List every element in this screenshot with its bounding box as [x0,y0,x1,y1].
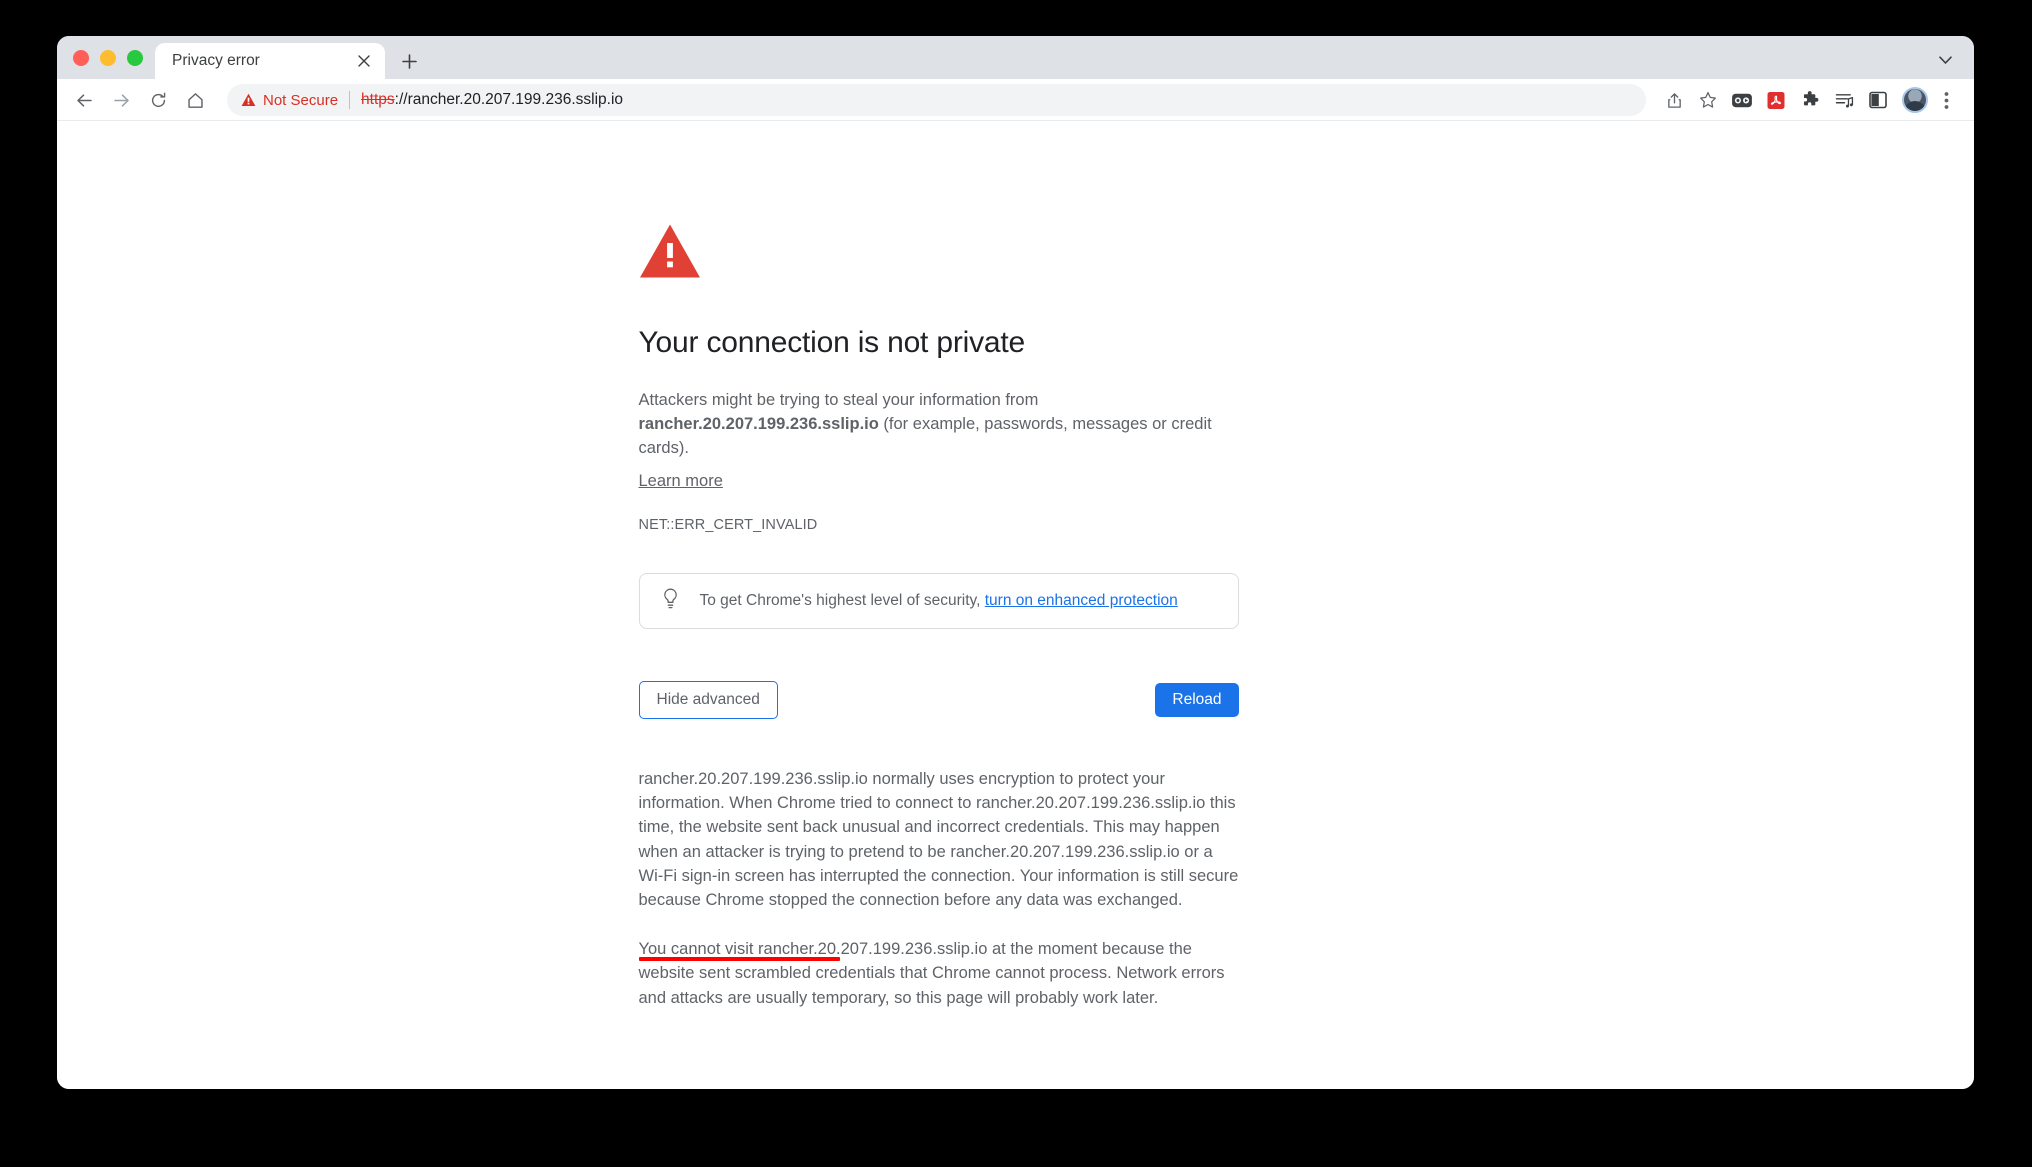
tab-strip: Privacy error [57,36,1974,79]
chevron-down-icon[interactable] [1930,45,1960,75]
page-content: Your connection is not private Attackers… [57,121,1974,1089]
browser-window: Privacy error Not Secure https://rancher… [57,36,1974,1089]
reload-button[interactable]: Reload [1155,683,1239,717]
toolbar-actions [1656,84,1962,116]
profile-avatar[interactable] [1902,87,1928,113]
hide-advanced-button[interactable]: Hide advanced [638,681,778,719]
button-row: Hide advanced Reload [638,681,1239,719]
red-annotation-underline [638,957,840,962]
browser-tab-privacy-error[interactable]: Privacy error [155,43,385,79]
star-bookmark-icon[interactable] [1692,84,1724,116]
error-code: NET::ERR_CERT_INVALID [638,517,818,533]
advanced-details: rancher.20.207.199.236.sslip.io normally… [638,767,1239,1010]
enhanced-protection-message: To get Chrome's highest level of securit… [699,592,985,609]
turn-on-enhanced-protection-link[interactable]: turn on enhanced protection [985,592,1178,609]
arrow-left-icon[interactable] [67,83,101,117]
home-icon[interactable] [178,83,212,117]
puzzle-extensions-icon[interactable] [1794,84,1826,116]
url-scheme: https [361,91,395,108]
three-dot-menu-icon[interactable] [1930,84,1962,116]
window-maximize-button[interactable] [127,49,143,66]
advanced-paragraph-2-text: You cannot visit rancher.20.207.199.236.… [638,940,1225,1007]
side-panel-icon[interactable] [1862,84,1894,116]
lightbulb-icon [662,588,679,614]
learn-more-link[interactable]: Learn more [639,472,723,491]
enhanced-protection-text: To get Chrome's highest level of securit… [700,592,1178,610]
adobe-acrobat-extension-icon[interactable] [1760,84,1792,116]
error-summary: Attackers might be trying to steal your … [639,388,1239,460]
error-host: rancher.20.207.199.236.sslip.io [638,415,879,433]
page-title: Your connection is not private [638,326,1026,359]
arrow-right-icon[interactable] [104,83,138,117]
tab-title: Privacy error [172,52,260,69]
screen-capture-extension-icon[interactable] [1726,84,1758,116]
share-icon[interactable] [1658,84,1690,116]
address-bar[interactable]: Not Secure https://rancher.20.207.199.23… [227,84,1646,116]
browser-toolbar: Not Secure https://rancher.20.207.199.23… [57,79,1974,121]
close-icon[interactable] [353,50,375,72]
window-minimize-button[interactable] [100,49,116,66]
reload-icon[interactable] [141,83,175,117]
ssl-interstitial: Your connection is not private Attackers… [638,121,1239,1010]
reading-list-icon[interactable] [1828,84,1860,116]
enhanced-protection-callout: To get Chrome's highest level of securit… [638,573,1239,629]
plus-icon[interactable] [391,43,427,79]
omnibox-divider [349,91,351,109]
url-text: https://rancher.20.207.199.236.sslip.io [361,91,623,109]
warning-triangle-icon [241,93,256,106]
advanced-paragraph-1: rancher.20.207.199.236.sslip.io normally… [638,770,1239,910]
url-host-path: ://rancher.20.207.199.236.sslip.io [394,91,624,108]
red-warning-triangle-icon [639,223,1239,284]
error-summary-prefix: Attackers might be trying to steal your … [638,391,1039,409]
not-secure-label: Not Secure [263,91,339,109]
window-close-button[interactable] [73,49,89,66]
status-badge[interactable]: Not Secure [241,92,338,109]
window-traffic-lights [57,36,155,79]
advanced-paragraph-2: You cannot visit rancher.20.207.199.236.… [638,937,1239,1010]
